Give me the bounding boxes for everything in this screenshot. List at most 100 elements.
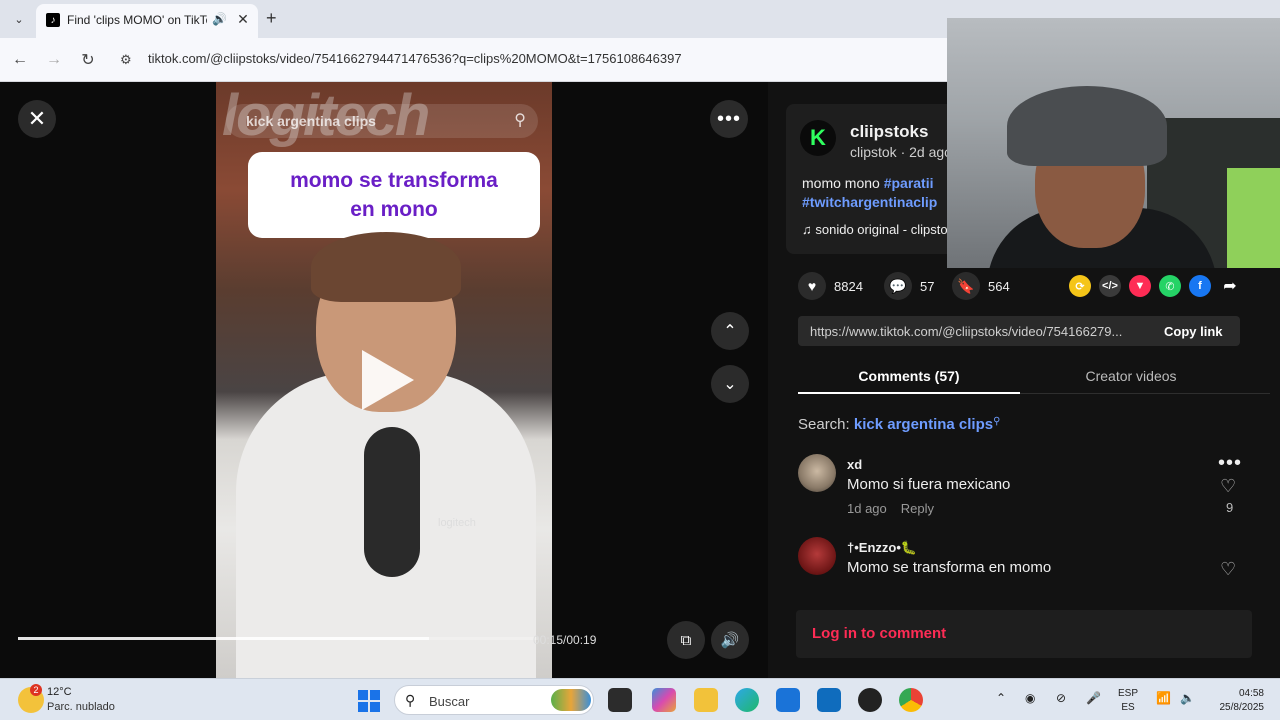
- search-suggestion-prefix: Search:: [798, 416, 854, 433]
- outlook-icon[interactable]: [817, 688, 841, 712]
- panel-tabs: Comments (57) Creator videos: [798, 358, 1270, 394]
- share-arrow-icon[interactable]: ➦: [1219, 275, 1241, 297]
- video-timecode: 00:15/00:19: [533, 633, 597, 647]
- microphone: [364, 427, 420, 577]
- back-icon[interactable]: ←: [8, 48, 32, 72]
- video-progress-fill: [18, 637, 429, 640]
- heart-icon[interactable]: ♥: [798, 272, 826, 300]
- tab-list-button[interactable]: ⌄: [8, 8, 30, 30]
- active-tab[interactable]: ♪ Find 'clips MOMO' on TikTok 🔊 ✕: [36, 4, 258, 38]
- video-progress-bar[interactable]: [18, 637, 538, 640]
- webcam-green-object: [1227, 168, 1280, 268]
- tab-comments[interactable]: Comments (57): [798, 368, 1020, 384]
- search-icon: ⚲: [993, 416, 1001, 427]
- comments-fade: [768, 588, 1280, 610]
- weather-temperature[interactable]: 12°C: [47, 686, 72, 698]
- sound-link[interactable]: ♫ sonido original - clipstok: [802, 222, 954, 237]
- like-action[interactable]: ♥ 8824: [798, 272, 863, 300]
- creator-avatar[interactable]: K: [800, 120, 836, 156]
- send-icon[interactable]: ▼: [1129, 275, 1151, 297]
- chevron-down-icon[interactable]: ⌄: [711, 365, 749, 403]
- reload-icon[interactable]: ↻: [76, 48, 100, 72]
- reply-button[interactable]: Reply: [901, 501, 934, 516]
- microphone-icon[interactable]: 🎤: [1086, 691, 1101, 705]
- chrome-icon[interactable]: [899, 688, 923, 712]
- windows-start-icon[interactable]: [358, 690, 380, 712]
- webcam-overlay: [947, 18, 1280, 268]
- forward-icon[interactable]: →: [42, 48, 66, 72]
- taskbar-search-placeholder: Buscar: [429, 694, 470, 709]
- comment-meta: 1d ago Reply: [847, 501, 934, 516]
- more-icon[interactable]: •••: [710, 100, 748, 138]
- tab-creator-videos[interactable]: Creator videos: [1020, 368, 1242, 384]
- comment-username[interactable]: †•Enzzo•🐛: [847, 540, 917, 556]
- hashtag-link[interactable]: #twitchargentinaclip: [802, 194, 937, 210]
- heart-icon[interactable]: ♡: [1220, 559, 1236, 580]
- tab-title: Find 'clips MOMO' on TikTok: [67, 13, 207, 27]
- comment-like-count: 9: [1226, 500, 1234, 515]
- system-clock[interactable]: 04:58 25/8/2025: [1208, 687, 1265, 715]
- video-search-overlay[interactable]: kick argentina clips ⚲: [226, 104, 538, 138]
- video-search-text: kick argentina clips: [246, 113, 376, 129]
- video-frame[interactable]: logitech kick argentina clips ⚲ momo se …: [216, 82, 552, 678]
- pip-icon[interactable]: ⧉: [667, 621, 705, 659]
- login-to-comment-bar[interactable]: Log in to comment: [796, 610, 1252, 658]
- keyboard-code: ES: [1121, 702, 1135, 713]
- search-suggestion[interactable]: Search: kick argentina clips⚲: [798, 416, 1000, 433]
- language-indicator[interactable]: ESP ES: [1118, 687, 1138, 715]
- comment-text: Momo se transforma en momo: [847, 559, 1052, 576]
- task-view-icon[interactable]: [608, 688, 632, 712]
- mic-brand-label: logitech: [438, 517, 476, 529]
- app-icon[interactable]: [858, 688, 882, 712]
- share-link-url[interactable]: https://www.tiktok.com/@cliipstoks/video…: [810, 324, 1150, 339]
- new-tab-button[interactable]: +: [266, 9, 277, 27]
- hashtag-link[interactable]: #paratii: [884, 175, 934, 191]
- embed-icon[interactable]: </>: [1099, 275, 1121, 297]
- tab-close-icon[interactable]: ✕: [234, 10, 252, 28]
- close-icon[interactable]: ✕: [18, 100, 56, 138]
- save-action[interactable]: 🔖 564: [952, 272, 1010, 300]
- login-to-comment-link[interactable]: Log in to comment: [812, 625, 946, 642]
- file-explorer-icon[interactable]: [694, 688, 718, 712]
- description-text: momo mono: [802, 175, 884, 191]
- search-icon: ⚲: [405, 692, 416, 708]
- wifi-icon[interactable]: 📶: [1156, 691, 1171, 705]
- comment-count: 57: [920, 278, 935, 294]
- language-code: ESP: [1118, 688, 1139, 699]
- taskbar-search[interactable]: ⚲ Buscar: [394, 685, 594, 715]
- play-icon[interactable]: [362, 350, 414, 410]
- speaker-icon[interactable]: 🔈: [1180, 691, 1195, 705]
- comment-icon[interactable]: 💬: [884, 272, 912, 300]
- weather-condition[interactable]: Parc. nublado: [47, 701, 115, 713]
- comment-username[interactable]: xd: [847, 457, 862, 472]
- like-count: 8824: [834, 278, 863, 294]
- creator-meta: clipstok · 2d ago: [850, 144, 952, 160]
- share-link-box: https://www.tiktok.com/@cliipstoks/video…: [798, 316, 1240, 346]
- more-icon[interactable]: •••: [1218, 452, 1242, 475]
- heart-icon[interactable]: ♡: [1220, 476, 1236, 497]
- repost-icon[interactable]: ⟳: [1069, 275, 1091, 297]
- tab-audio-icon[interactable]: 🔊: [212, 12, 227, 26]
- site-info-icon[interactable]: ⚙: [120, 52, 132, 68]
- comment-action[interactable]: 💬 57: [884, 272, 934, 300]
- avatar[interactable]: [798, 454, 836, 492]
- tray-network-off-icon[interactable]: ⊘: [1056, 691, 1066, 705]
- avatar[interactable]: [798, 537, 836, 575]
- store-icon[interactable]: [776, 688, 800, 712]
- facebook-icon[interactable]: f: [1189, 275, 1211, 297]
- chevron-up-icon[interactable]: ⌃: [711, 312, 749, 350]
- save-count: 564: [988, 278, 1010, 294]
- volume-icon[interactable]: 🔊: [711, 621, 749, 659]
- bookmark-icon[interactable]: 🔖: [952, 272, 980, 300]
- address-bar[interactable]: tiktok.com/@cliipstoks/video/75416627944…: [148, 51, 682, 66]
- search-suggestion-keyword[interactable]: kick argentina clips: [854, 416, 993, 433]
- copy-link-button[interactable]: Copy link: [1164, 324, 1223, 339]
- tray-chevron-up-icon[interactable]: ⌃: [996, 691, 1006, 705]
- clock-time: 04:58: [1238, 688, 1264, 699]
- copilot-icon[interactable]: [652, 688, 676, 712]
- edge-icon[interactable]: [735, 688, 759, 712]
- tray-app-icon[interactable]: ◉: [1025, 691, 1035, 705]
- creator-name[interactable]: cliipstoks: [850, 122, 928, 142]
- whatsapp-icon[interactable]: ✆: [1159, 275, 1181, 297]
- comment-text: Momo si fuera mexicano: [847, 476, 1011, 493]
